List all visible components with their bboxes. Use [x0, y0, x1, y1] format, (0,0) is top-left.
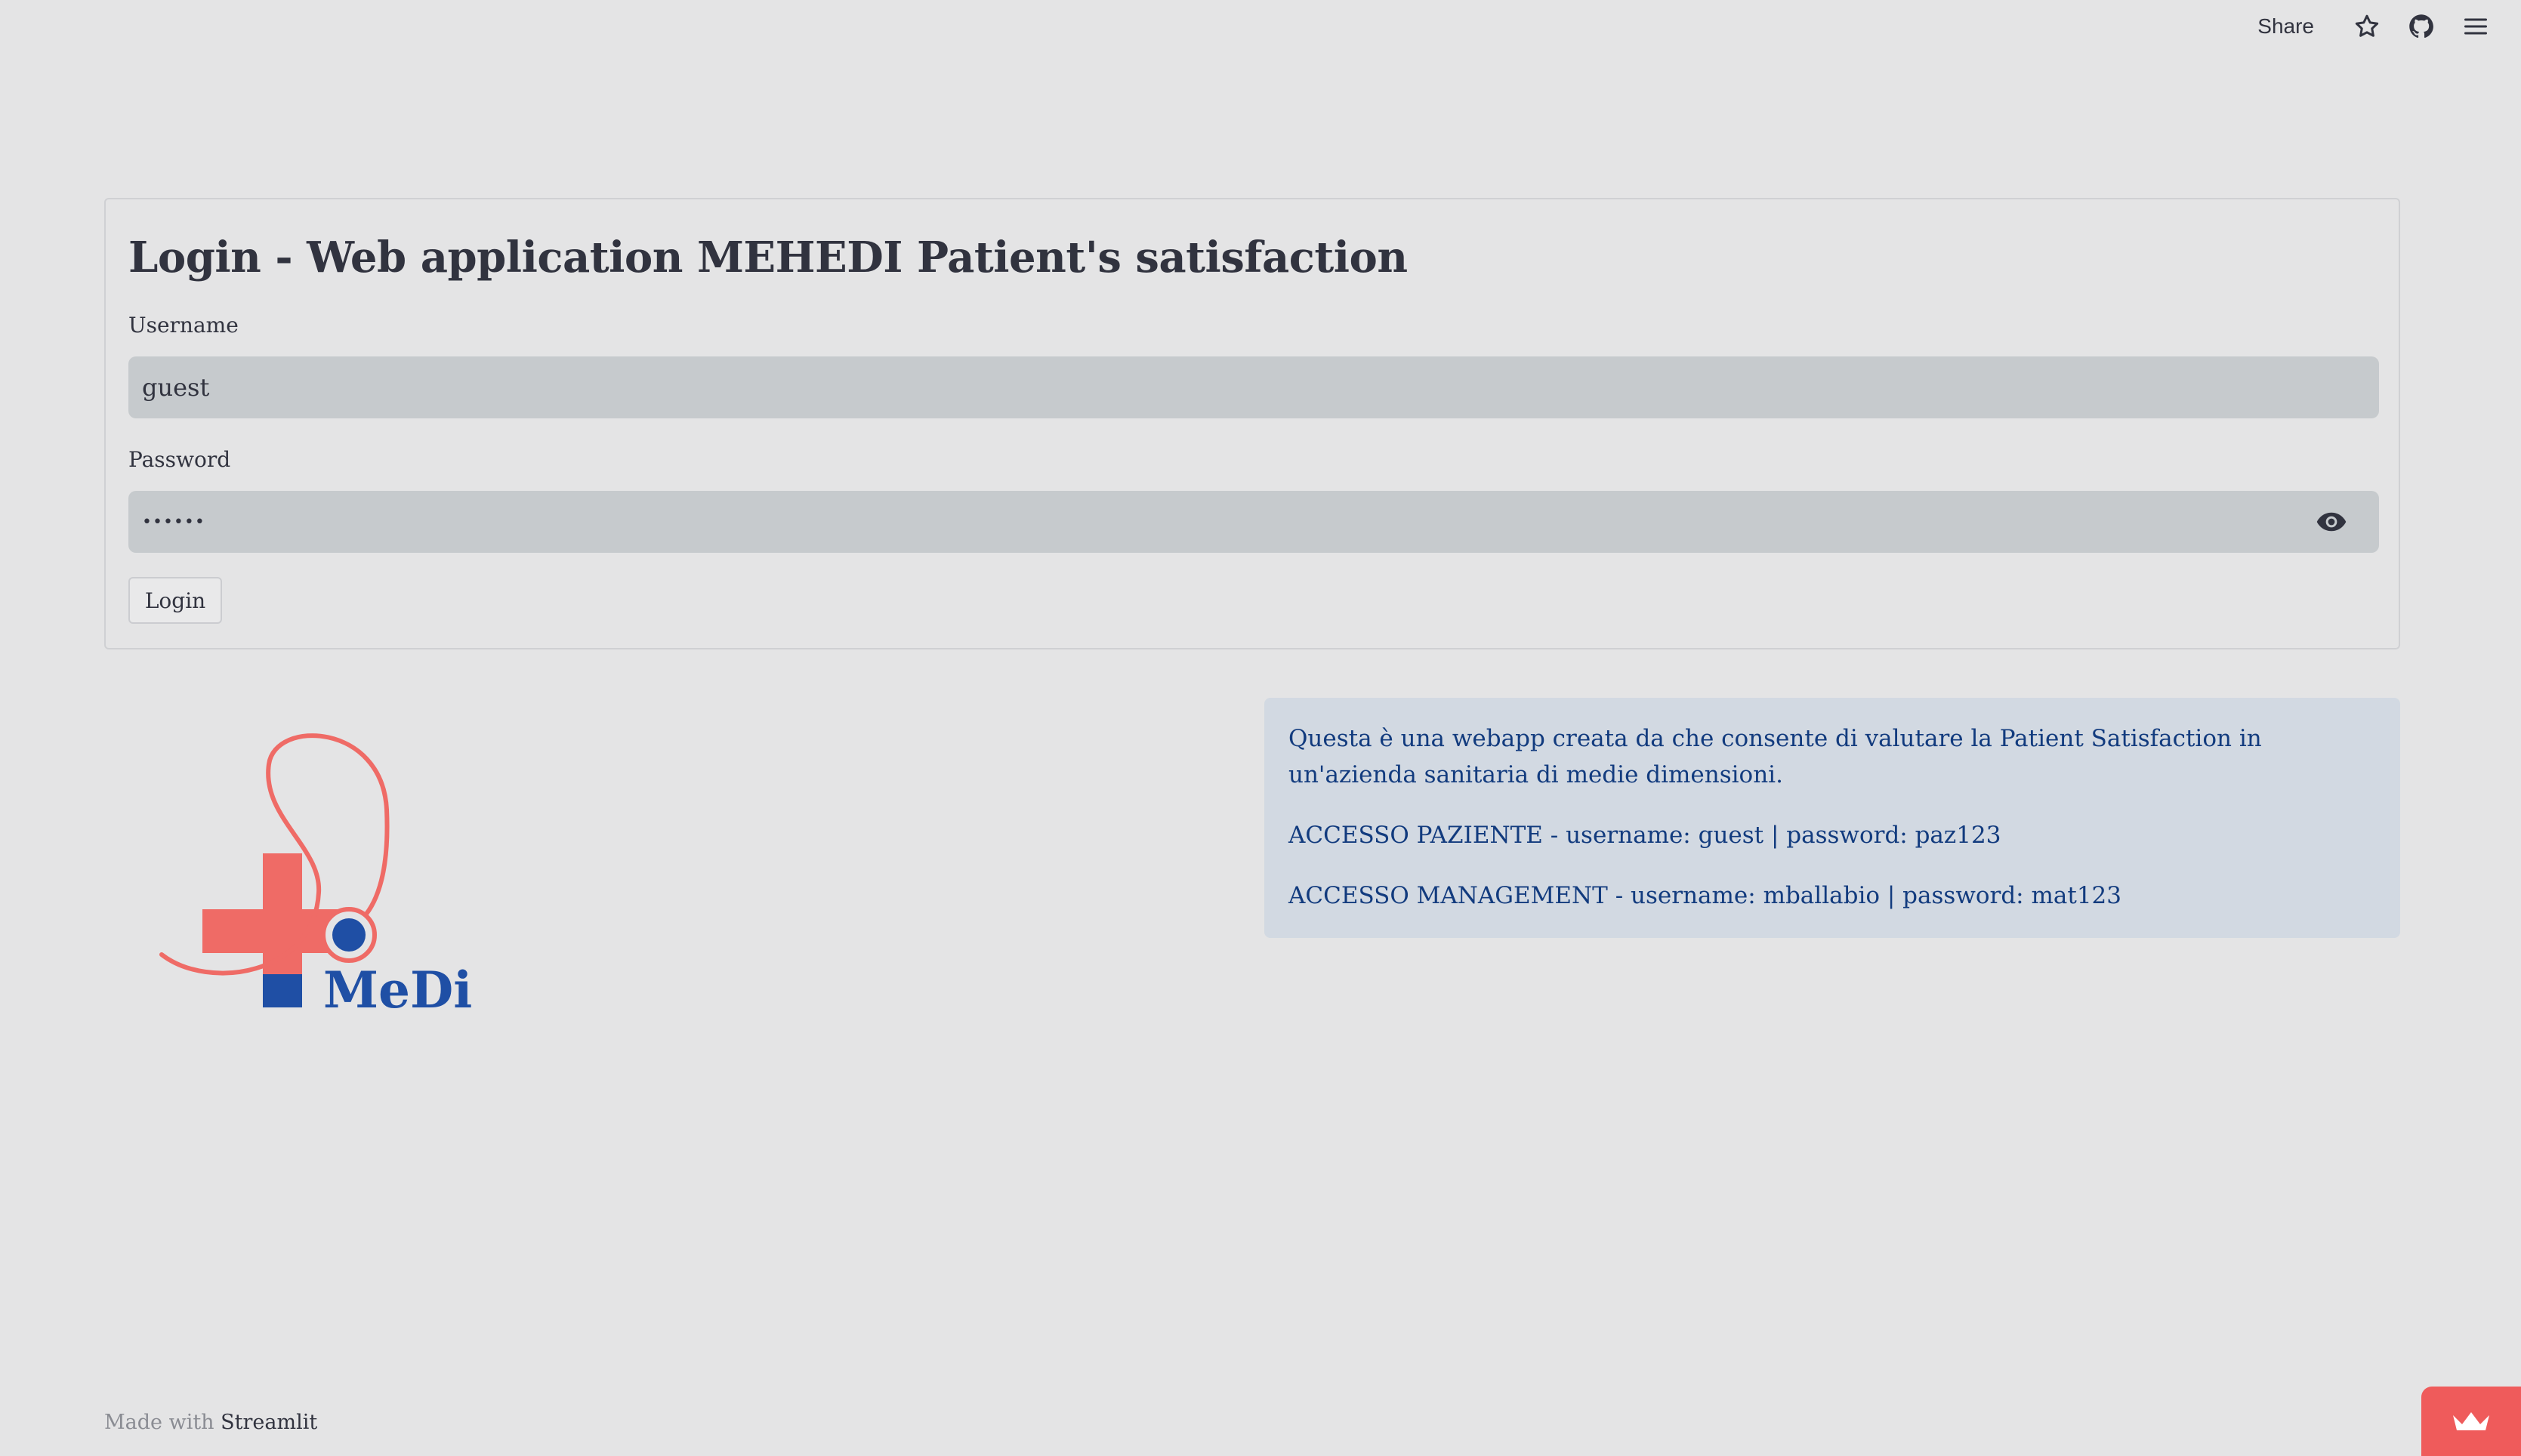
github-icon[interactable] [2406, 11, 2436, 42]
page-title: Login - Web application MEHEDI Patient's… [128, 233, 1408, 282]
medi-logo: MeDi [148, 726, 480, 1029]
footer: Made with Streamlit [104, 1411, 317, 1434]
login-form: Login - Web application MEHEDI Patient's… [104, 198, 2400, 649]
password-value: •••••• [142, 512, 205, 532]
password-label: Password [128, 447, 231, 472]
streamlit-badge[interactable] [2421, 1387, 2521, 1456]
show-password-icon[interactable] [2316, 507, 2347, 536]
info-box: Questa è una webapp creata da che consen… [1264, 698, 2400, 938]
footer-made-with: Made with [104, 1411, 214, 1434]
password-input[interactable]: •••••• [128, 491, 2379, 553]
star-icon[interactable] [2352, 11, 2382, 42]
top-toolbar: Share [2257, 0, 2521, 53]
crown-icon [2453, 1412, 2489, 1430]
username-value: guest [142, 373, 210, 402]
share-button[interactable]: Share [2257, 14, 2314, 39]
info-description: Questa è una webapp creata da che consen… [1288, 725, 2262, 788]
username-label: Username [128, 313, 239, 338]
info-access-management: ACCESSO MANAGEMENT - username: mballabio… [1288, 882, 2121, 909]
menu-icon[interactable] [2461, 11, 2491, 42]
username-input[interactable]: guest [128, 356, 2379, 418]
footer-streamlit-link[interactable]: Streamlit [221, 1411, 317, 1434]
login-button[interactable]: Login [128, 577, 222, 624]
info-access-patient: ACCESSO PAZIENTE - username: guest | pas… [1288, 822, 2001, 849]
logo-text: MeDi [323, 961, 472, 1020]
